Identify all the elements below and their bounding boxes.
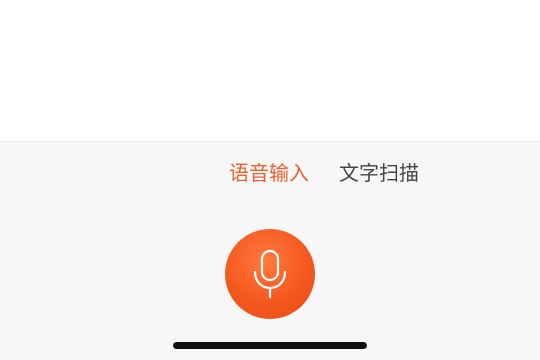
home-indicator[interactable] bbox=[173, 342, 367, 349]
microphone-icon bbox=[253, 249, 287, 299]
record-button[interactable] bbox=[225, 229, 315, 319]
tab-voice-input[interactable]: 语音输入 bbox=[229, 159, 309, 187]
input-panel: 语音输入 文字扫描 bbox=[0, 141, 540, 360]
content-area bbox=[0, 0, 540, 141]
voice-input-screen: 语音输入 文字扫描 bbox=[0, 0, 540, 360]
tab-text-scan[interactable]: 文字扫描 bbox=[339, 159, 419, 187]
